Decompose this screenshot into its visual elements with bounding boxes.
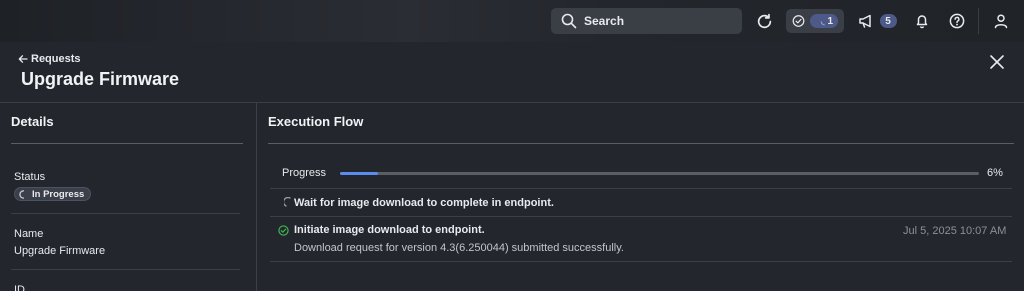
progress-percent: 6% [987,167,1003,179]
details-heading-underline [11,143,243,144]
page-title: Upgrade Firmware [21,69,180,89]
tasks-count-badge: ◟ 1 [810,14,838,28]
check-circle-icon [278,225,289,236]
execution-heading-underline [268,143,1014,144]
spinner-icon: ◟ [820,15,825,26]
header-divider [0,102,1024,103]
spinner-icon [284,197,291,207]
refresh-button[interactable] [753,9,775,33]
step-separator [270,261,1012,262]
arrow-left-icon [18,55,28,63]
announcements-count-badge: 5 [879,14,897,28]
user-menu-button[interactable] [990,9,1012,33]
status-label: Status [14,171,46,183]
help-icon [949,13,965,29]
check-circle-icon [792,15,805,27]
bell-icon [916,15,928,29]
details-heading: Details [11,114,54,129]
spinner-icon [19,189,25,199]
step-timestamp: Jul 5, 2025 10:07 AM [903,225,1007,237]
details-separator [11,213,240,214]
progress-bar-fill [340,172,379,175]
execution-flow-heading: Execution Flow [268,114,364,129]
search-label: Search [584,14,625,28]
top-bar: Search ◟ 1 5 [0,0,1024,42]
status-badge: In Progress [14,187,92,201]
help-button[interactable] [946,9,968,33]
announcements-button[interactable]: 5 [856,9,898,33]
step-title: Initiate image download to endpoint. [294,224,485,236]
progress-label: Progress [282,167,327,179]
name-label: Name [14,228,44,240]
close-icon[interactable] [988,53,1006,71]
back-link[interactable]: Requests [18,53,81,65]
step-description: Download request for version 4.3(6.25004… [294,242,624,254]
step-title: Wait for image download to complete in e… [294,197,554,209]
progress-bar [340,172,979,175]
user-icon [994,14,1008,29]
details-separator [11,269,240,270]
topbar-divider [978,8,979,34]
name-value: Upgrade Firmware [14,245,106,257]
step-separator [270,188,1012,189]
column-divider [256,103,257,291]
back-link-label: Requests [31,53,81,65]
status-value: In Progress [32,188,85,200]
id-label: ID [14,284,25,291]
tasks-count: 1 [827,15,833,27]
megaphone-icon [858,14,871,28]
tasks-button[interactable]: ◟ 1 [786,9,844,33]
search-input[interactable]: Search [551,8,742,34]
refresh-icon [757,13,771,28]
notifications-button[interactable] [911,9,933,33]
step-separator [270,216,1012,217]
search-icon [561,13,577,29]
